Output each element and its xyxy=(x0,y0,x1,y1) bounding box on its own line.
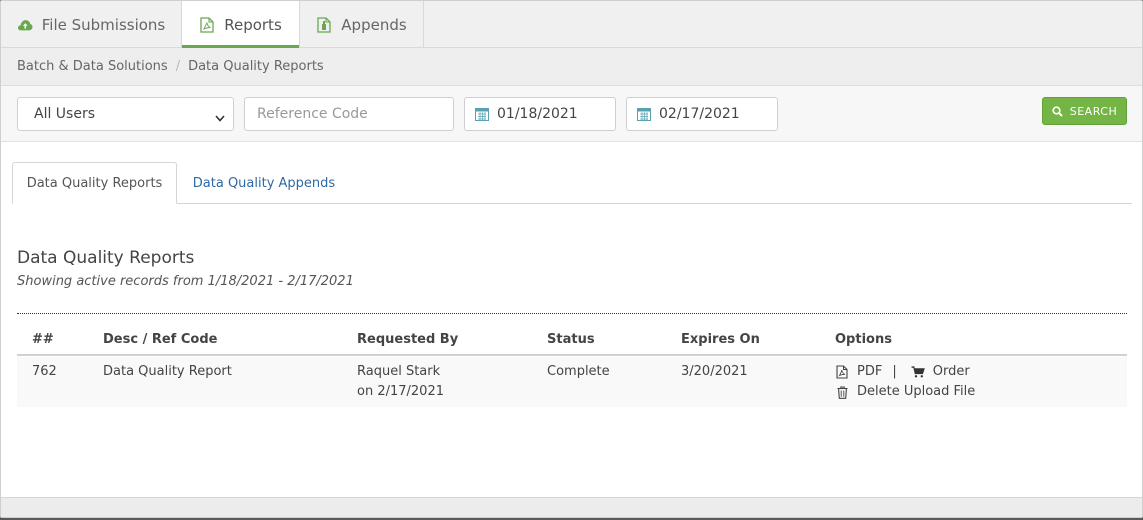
section-subtitle: Showing active records from 1/18/2021 - … xyxy=(17,274,354,289)
section-title: Data Quality Reports xyxy=(17,248,195,268)
column-header-requested-by: Requested By xyxy=(357,332,459,347)
user-select[interactable]: All Users xyxy=(17,97,234,131)
order-link[interactable]: Order xyxy=(911,362,970,382)
order-link-label: Order xyxy=(932,364,970,379)
trash-icon xyxy=(835,386,849,399)
reference-code-input[interactable]: Reference Code xyxy=(244,97,454,131)
pdf-link[interactable]: PDF xyxy=(835,362,882,382)
calendar-icon xyxy=(637,107,651,121)
date-to-value: 02/17/2021 xyxy=(659,106,740,122)
tab-data-quality-reports[interactable]: Data Quality Reports xyxy=(12,162,177,204)
user-select-value: All Users xyxy=(34,106,96,122)
breadcrumb: Batch & Data Solutions / Data Quality Re… xyxy=(1,48,1142,86)
filter-bar: All Users Reference Code 01/18/2021 02/1… xyxy=(1,86,1142,142)
search-button-label: SEARCH xyxy=(1069,104,1118,118)
delete-upload-label: Delete Upload File xyxy=(857,384,976,399)
row-desc: Data Quality Report xyxy=(103,364,232,379)
tab-label: Reports xyxy=(224,15,282,34)
chevron-down-icon xyxy=(215,110,225,126)
file-plus-icon xyxy=(316,16,332,33)
tab-appends[interactable]: Appends xyxy=(300,1,424,48)
row-requested-by: Raquel Stark on 2/17/2021 xyxy=(357,362,444,402)
top-tab-bar: File Submissions Reports Appends xyxy=(1,1,1142,48)
requested-date: on 2/17/2021 xyxy=(357,384,444,399)
column-header-options: Options xyxy=(835,332,892,347)
shopping-cart-icon xyxy=(911,366,925,378)
tab-file-submissions[interactable]: File Submissions xyxy=(1,1,182,48)
tab-reports[interactable]: Reports xyxy=(182,1,300,48)
breadcrumb-current: Data Quality Reports xyxy=(188,59,324,74)
column-header-id: ## xyxy=(32,332,54,347)
delete-upload-link[interactable]: Delete Upload File xyxy=(835,382,975,402)
search-button[interactable]: SEARCH xyxy=(1042,97,1127,125)
column-header-status: Status xyxy=(547,332,595,347)
reference-code-placeholder: Reference Code xyxy=(257,106,368,122)
breadcrumb-root-link[interactable]: Batch & Data Solutions xyxy=(17,59,168,74)
tab-label: Appends xyxy=(341,15,407,34)
requester-name: Raquel Stark xyxy=(357,364,441,379)
date-from-input[interactable]: 01/18/2021 xyxy=(464,97,616,131)
report-tabs: Data Quality Reports Data Quality Append… xyxy=(12,162,1132,204)
row-expires: 3/20/2021 xyxy=(681,364,748,379)
footer-bar xyxy=(1,497,1142,517)
pdf-file-icon xyxy=(835,365,849,379)
options-separator: | xyxy=(892,364,897,379)
table-row: 762 Data Quality Report Raquel Stark on … xyxy=(17,357,1127,407)
options-line-1: PDF | Order xyxy=(835,362,975,382)
cloud-upload-icon xyxy=(17,17,33,33)
tab-label: File Submissions xyxy=(41,15,166,34)
divider xyxy=(17,313,1127,314)
app-window: File Submissions Reports Appends Batch &… xyxy=(0,0,1143,518)
row-status: Complete xyxy=(547,364,610,379)
row-options: PDF | Order Delete Upload File xyxy=(835,362,975,402)
date-to-input[interactable]: 02/17/2021 xyxy=(626,97,778,131)
breadcrumb-separator: / xyxy=(175,59,181,74)
pdf-link-label: PDF xyxy=(857,364,883,379)
row-id: 762 xyxy=(32,364,57,379)
pdf-file-icon xyxy=(199,16,215,33)
column-header-desc: Desc / Ref Code xyxy=(103,332,218,347)
search-icon xyxy=(1052,105,1063,117)
calendar-icon xyxy=(475,107,489,121)
tab-data-quality-appends[interactable]: Data Quality Appends xyxy=(182,162,346,204)
column-header-expires: Expires On xyxy=(681,332,760,347)
date-from-value: 01/18/2021 xyxy=(497,106,578,122)
table-header: ## Desc / Ref Code Requested By Status E… xyxy=(17,324,1127,356)
